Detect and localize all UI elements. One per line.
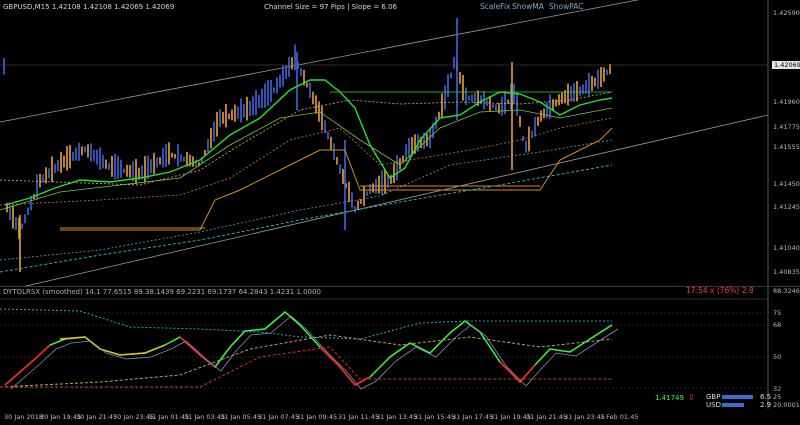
osc-axis-label: 75 — [773, 309, 782, 317]
main-price-chart[interactable]: GBPUSD,M15 1.42108 1.42108 1.42069 1.420… — [0, 0, 800, 293]
dotted-ma-line — [0, 117, 613, 206]
time-axis-label: 30 Jan 19:45 — [40, 413, 82, 421]
time-axis-label: 30 Jan 21:45 — [76, 413, 118, 421]
currency-strength-bar — [722, 395, 753, 399]
channel-info: Channel Size = 97 Pips | Slope = 6.06 — [264, 3, 398, 11]
osc-axis-label: 25 — [773, 393, 782, 401]
price-axis-label: 1.41960 — [773, 98, 800, 106]
currency-value: 2.9 — [760, 401, 772, 409]
rsx-signal-line — [10, 315, 619, 390]
time-axis-label: 31 Jan 09:45 — [296, 413, 338, 421]
oscillator-title: DYTOLRSX (smoothed) 14,1 77.6515 89.38.1… — [3, 288, 321, 296]
osc-axis-label: 50 — [773, 353, 782, 361]
oscillator-canvas — [0, 287, 769, 409]
rsx-line — [4, 311, 613, 386]
scalefix-button[interactable]: ScaleFix — [480, 3, 510, 11]
time-axis: 30 Jan 2018 30 Jan 19:45 30 Jan 21:45 30 Ja… — [0, 409, 768, 425]
rsx-red-segment — [4, 344, 51, 386]
osc-axis-label: 20.0001 — [773, 401, 800, 409]
showma-button[interactable]: ShowMA — [512, 3, 544, 11]
time-axis-label: 31 Jan 03:45 — [184, 413, 226, 421]
current-price-box: 1.42069 — [772, 61, 800, 69]
showpac-button[interactable]: ShowPAC — [549, 3, 584, 11]
price-axis-label: 1.41040 — [773, 244, 800, 252]
osc-axis-label: 32 — [773, 385, 782, 393]
rsx-oscillator-pane[interactable]: DYTOLRSX (smoothed) 14,1 77.6515 89.38.1… — [0, 287, 800, 409]
time-axis-label: 31 Jan 13:45 — [376, 413, 418, 421]
osc-price-readout: 1.41749 — [655, 394, 684, 402]
arrow-down-icon: ⇩ — [688, 393, 695, 402]
symbol-label: GBPUSD,M15 — [3, 3, 50, 11]
price-axis-label: 1.42590 — [773, 9, 800, 17]
time-axis-label: 31 Jan 11:45 — [338, 413, 380, 421]
time-axis-label: 30 Jan 2018 — [4, 413, 43, 421]
osc-axis-label: 68 — [773, 321, 782, 329]
osc-upper-band — [0, 308, 612, 340]
price-axis-label: 1.40835 — [773, 268, 800, 276]
teal-dotted-line — [0, 139, 613, 261]
price-axis-label: 1.41775 — [773, 123, 800, 131]
rsx-yellow-segment — [59, 336, 166, 356]
time-axis-label: 31 Jan 23:45 — [564, 413, 606, 421]
price-chart-canvas — [0, 0, 769, 293]
price-axis-label: 1.41245 — [773, 203, 800, 211]
currency-name: USD — [706, 401, 721, 409]
oscillator-timer: 17:54 x (76%) 2.8 — [686, 286, 754, 295]
time-axis-label: 31 Jan 07:45 — [258, 413, 300, 421]
time-axis-label: 31 Jan 19:45 — [490, 413, 532, 421]
osc-axis-label: 88.3246 — [773, 287, 800, 295]
price-axis-label: 1.41555 — [773, 143, 800, 151]
time-axis-label: 1 Feb 01:45 — [600, 413, 639, 421]
time-axis-label: 31 Jan 21:45 — [526, 413, 568, 421]
chart-symbol-header: GBPUSD,M15 1.42108 1.42108 1.42069 1.420… — [3, 3, 174, 11]
time-axis-label: 31 Jan 15:45 — [414, 413, 456, 421]
currency-strength-bar — [722, 403, 744, 407]
time-axis-label: 31 Jan 17:45 — [452, 413, 494, 421]
dotted-pac-line — [0, 91, 613, 186]
ohlc-label: 1.42108 1.42108 1.42069 1.42069 — [51, 3, 175, 11]
price-axis-label: 1.41450 — [773, 180, 800, 188]
channel-lower-line — [0, 114, 769, 293]
time-axis-label: 31 Jan 01:45 — [148, 413, 190, 421]
currency-value: 6.5 — [760, 393, 772, 401]
channel-upper-line — [0, 0, 640, 123]
time-axis-label: 31 Jan 05:45 — [220, 413, 262, 421]
currency-name: GBP — [706, 393, 721, 401]
